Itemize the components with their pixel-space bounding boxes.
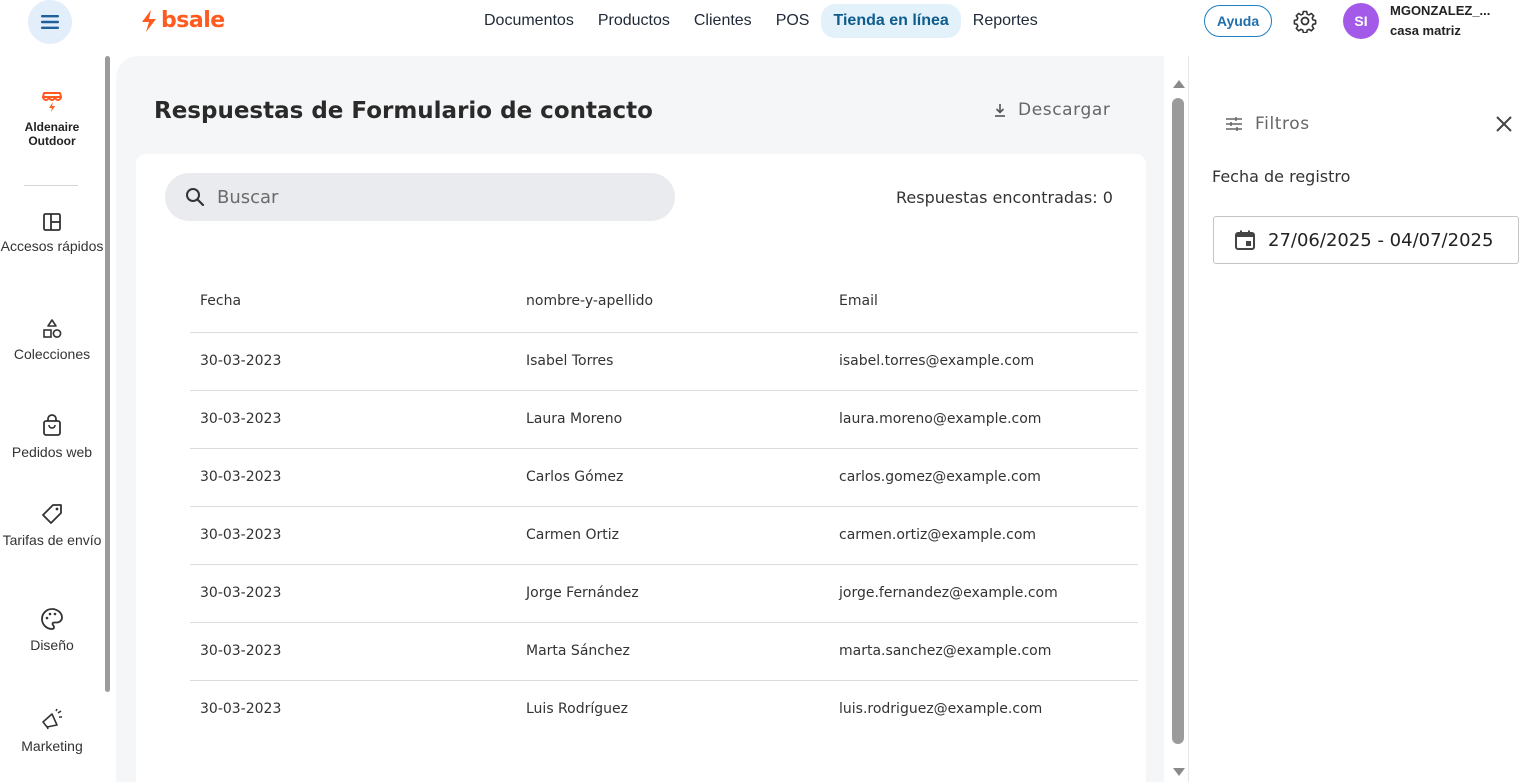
main-nav: Documentos Productos Clientes POS Tienda… (472, 4, 1050, 38)
shopping-bag-icon (43, 414, 61, 436)
table-row[interactable]: 30-03-2023 Marta Sánchez marta.sanchez@e… (190, 622, 1138, 681)
date-filter-label: Fecha de registro (1212, 167, 1351, 186)
cell-nombre: Isabel Torres (516, 332, 829, 391)
cell-fecha: 30-03-2023 (190, 448, 516, 507)
close-icon[interactable] (1494, 114, 1514, 134)
column-header-email[interactable]: Email (829, 271, 1138, 333)
scroll-down-arrow-icon[interactable] (1173, 768, 1185, 776)
search-bar[interactable] (165, 173, 675, 221)
cell-email: isabel.torres@example.com (829, 332, 1138, 391)
column-header-fecha[interactable]: Fecha (190, 271, 516, 333)
responses-table: Fecha nombre-y-apellido Email 30-03-2023… (190, 271, 1138, 738)
table-row[interactable]: 30-03-2023 Luis Rodríguez luis.rodriguez… (190, 680, 1138, 738)
filters-panel: Filtros Fecha de registro 27/06/2025 - 0… (1188, 56, 1524, 782)
cell-nombre: Luis Rodríguez (526, 701, 628, 718)
sidebar: Aldenaire Outdoor Accesos rápidos Colecc… (0, 56, 104, 782)
nav-tienda-en-linea[interactable]: Tienda en línea (821, 4, 961, 38)
sidebar-item-label: Pedidos web (11, 444, 93, 460)
download-label: Descargar (1018, 100, 1111, 120)
sliders-icon (1226, 117, 1242, 131)
filters-header: Filtros (1225, 114, 1310, 134)
nav-clientes[interactable]: Clientes (682, 4, 764, 38)
sidebar-item-label: Accesos rápidos (0, 238, 104, 254)
sidebar-item-colecciones[interactable]: Colecciones (0, 318, 104, 363)
store-name: Aldenaire Outdoor (24, 120, 80, 148)
scrollbar-thumb[interactable] (1172, 98, 1184, 744)
palette-icon (41, 608, 63, 630)
cell-nombre: Marta Sánchez (516, 622, 829, 681)
date-range-picker[interactable]: 27/06/2025 - 04/07/2025 (1213, 216, 1519, 264)
user-avatar[interactable]: SI (1343, 3, 1379, 39)
nav-pos[interactable]: POS (764, 4, 822, 38)
table-row[interactable]: 30-03-2023 Carlos Gómez carlos.gomez@exa… (190, 448, 1138, 507)
cell-email: luis.rodriguez@example.com (839, 701, 1043, 718)
sidebar-item-label: Diseño (30, 637, 74, 653)
cell-fecha: 30-03-2023 (190, 332, 516, 391)
sidebar-item-pedidos-web[interactable]: Pedidos web (0, 414, 104, 461)
lightning-logo-icon (142, 9, 156, 32)
search-input[interactable] (217, 186, 637, 208)
table-row[interactable]: 30-03-2023 Laura Moreno laura.moreno@exa… (190, 390, 1138, 449)
sidebar-item-label: Colecciones (13, 346, 91, 362)
sidebar-item-marketing[interactable]: Marketing (0, 708, 104, 755)
menu-button[interactable] (28, 0, 72, 44)
cell-nombre: Jorge Fernández (516, 564, 829, 623)
sidebar-item-label: Marketing (21, 738, 83, 754)
store-icon (42, 92, 62, 112)
tag-icon (42, 504, 62, 524)
results-count: Respuestas encontradas: 0 (896, 188, 1113, 207)
sidebar-item-tarifas-envio[interactable]: Tarifas de envío (0, 502, 104, 549)
top-bar: bsale Documentos Productos Clientes POS … (0, 0, 1524, 44)
shapes-icon (43, 319, 62, 338)
cell-nombre: Carlos Gómez (516, 448, 829, 507)
download-icon (995, 104, 1005, 117)
sidebar-item-label: Tarifas de envío (2, 532, 102, 548)
nav-productos[interactable]: Productos (586, 4, 682, 38)
grid-icon (43, 213, 61, 231)
gear-icon[interactable] (1293, 9, 1317, 33)
calendar-icon (1235, 230, 1255, 250)
cell-fecha: 30-03-2023 (200, 701, 282, 718)
sidebar-divider (24, 185, 78, 186)
sidebar-item-diseno[interactable]: Diseño (0, 607, 104, 654)
megaphone-icon (42, 708, 62, 730)
cell-email: jorge.fernandez@example.com (829, 564, 1138, 623)
main-content: Respuestas de Formulario de contacto Des… (116, 56, 1164, 782)
nav-reportes[interactable]: Reportes (961, 4, 1050, 38)
cell-fecha: 30-03-2023 (190, 564, 516, 623)
table-row[interactable]: 30-03-2023 Isabel Torres isabel.torres@e… (190, 332, 1138, 391)
filters-title: Filtros (1255, 114, 1310, 134)
user-branch: casa matriz (1390, 23, 1461, 38)
date-range-value: 27/06/2025 - 04/07/2025 (1268, 229, 1494, 251)
cell-fecha: 30-03-2023 (190, 390, 516, 449)
main-scrollbar[interactable] (1172, 80, 1186, 776)
sidebar-scrollbar[interactable] (105, 56, 110, 692)
nav-documentos[interactable]: Documentos (472, 4, 586, 38)
cell-email: carmen.ortiz@example.com (829, 506, 1138, 565)
table-header-row: Fecha nombre-y-apellido Email (190, 271, 1138, 333)
scroll-up-arrow-icon[interactable] (1173, 80, 1185, 88)
cell-email: marta.sanchez@example.com (829, 622, 1138, 681)
table-row[interactable]: 30-03-2023 Jorge Fernández jorge.fernand… (190, 564, 1138, 623)
user-name[interactable]: MGONZALEZ_... (1390, 3, 1490, 18)
cell-email: laura.moreno@example.com (829, 390, 1138, 449)
cell-nombre: Carmen Ortiz (516, 506, 829, 565)
column-header-nombre[interactable]: nombre-y-apellido (516, 271, 829, 333)
download-button[interactable]: Descargar (992, 100, 1110, 120)
cell-email: carlos.gomez@example.com (829, 448, 1138, 507)
results-card: Respuestas encontradas: 0 Fecha nombre-y… (136, 154, 1146, 782)
cell-fecha: 30-03-2023 (190, 622, 516, 681)
logo-text: bsale (161, 8, 225, 33)
hamburger-icon (41, 15, 59, 29)
sidebar-item-accesos-rapidos[interactable]: Accesos rápidos (0, 212, 104, 255)
table-row[interactable]: 30-03-2023 Carmen Ortiz carmen.ortiz@exa… (190, 506, 1138, 565)
cell-nombre: Laura Moreno (516, 390, 829, 449)
cell-fecha: 30-03-2023 (190, 506, 516, 565)
page-title: Respuestas de Formulario de contacto (154, 98, 653, 124)
search-icon (186, 188, 205, 207)
sidebar-store[interactable]: Aldenaire Outdoor (0, 90, 104, 148)
bsale-logo[interactable]: bsale (140, 8, 225, 33)
help-button[interactable]: Ayuda (1204, 5, 1272, 37)
